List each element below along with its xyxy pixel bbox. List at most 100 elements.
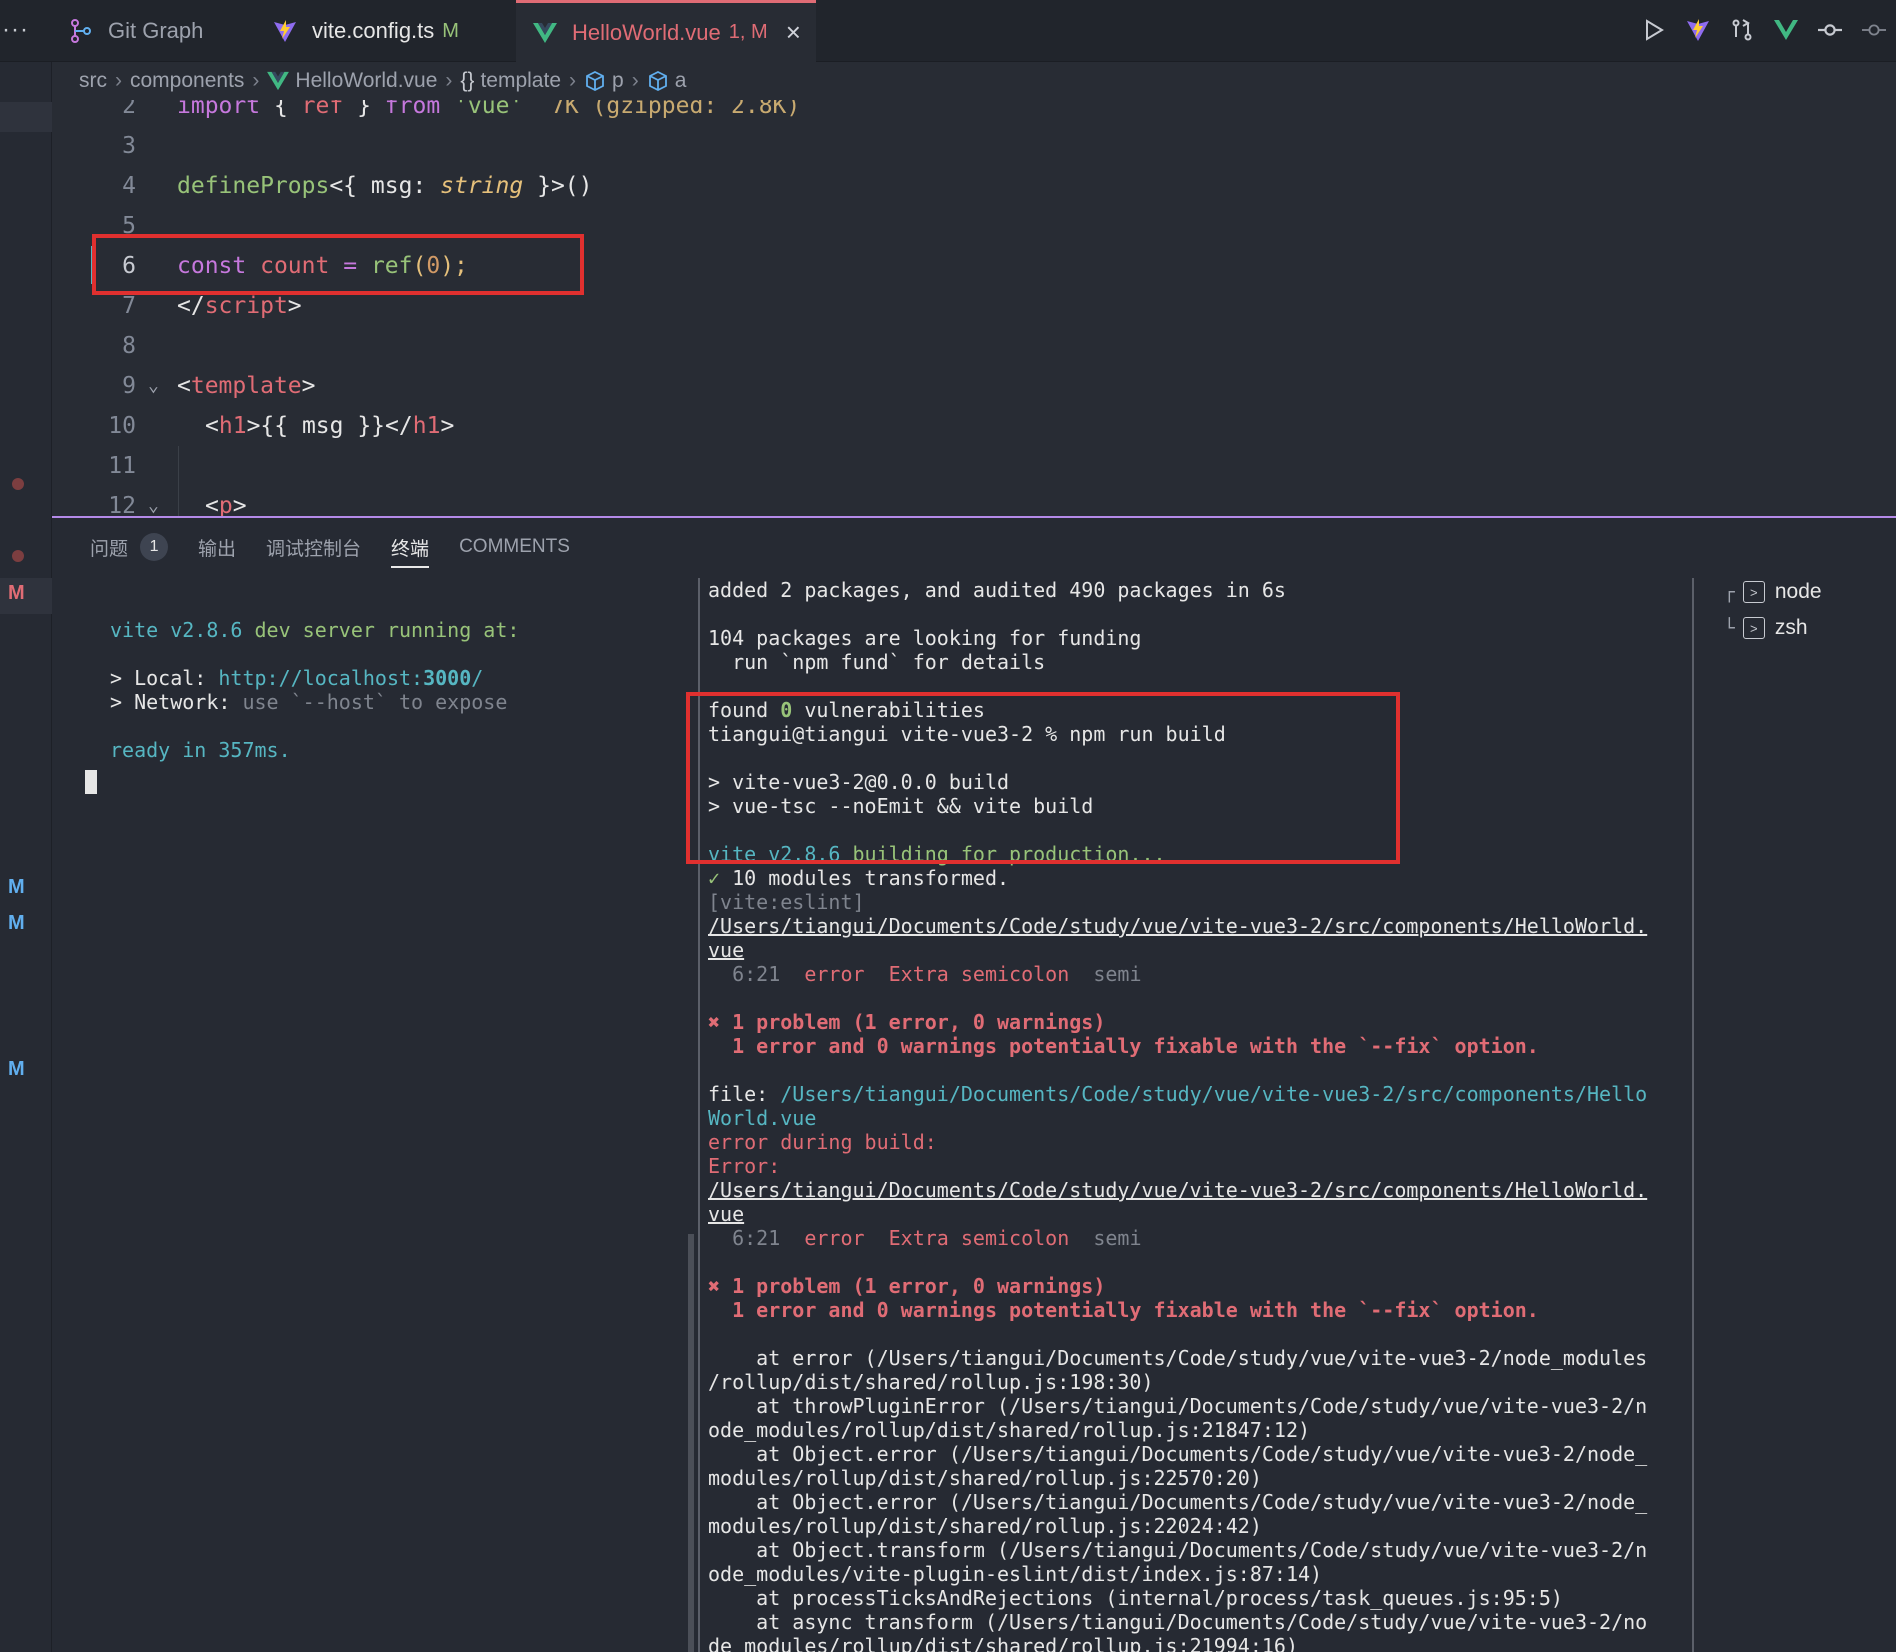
tab-git-graph[interactable]: Git Graph bbox=[52, 0, 252, 62]
terminal-line: vite v2.8.6 dev server running at: bbox=[110, 618, 520, 642]
terminal-line: ready in 357ms. bbox=[110, 738, 291, 762]
editor-tab-bar: ··· Git Graph vite.config.ts M HelloWorl… bbox=[0, 0, 1896, 62]
close-icon[interactable]: × bbox=[786, 17, 801, 48]
terminal-line: /rollup/dist/shared/rollup.js:198:30) bbox=[708, 1370, 1154, 1394]
terminal-line: modules/rollup/dist/shared/rollup.js:225… bbox=[708, 1466, 1262, 1490]
breakpoint-dot bbox=[12, 550, 24, 562]
terminal-list-item-zsh[interactable]: └ > zsh bbox=[1724, 616, 1808, 640]
terminal-line: 6:21 error Extra semicolon semi bbox=[708, 962, 1142, 986]
code-line: 12 ⌄ <p> bbox=[52, 486, 1896, 516]
tab-output[interactable]: 输出 bbox=[198, 518, 236, 576]
terminal-icon: > bbox=[1742, 617, 1765, 639]
tab-comments[interactable]: COMMENTS bbox=[459, 518, 570, 576]
terminal-line: Error: bbox=[708, 1154, 781, 1178]
tab-problems[interactable]: 问题 1 bbox=[90, 518, 169, 576]
breadcrumb-item[interactable]: p bbox=[612, 69, 624, 93]
terminal-name: node bbox=[1774, 580, 1822, 603]
modified-marker: M bbox=[8, 582, 25, 604]
terminal-line: /Users/tiangui/Documents/Code/study/vue/… bbox=[708, 1178, 1648, 1202]
git-commit-icon[interactable] bbox=[1862, 16, 1886, 44]
tab-vite-config[interactable]: vite.config.ts M bbox=[256, 0, 512, 62]
code-editor[interactable]: 2 import { ref } from 'vue' 7K (gzipped:… bbox=[52, 100, 1896, 516]
code-line: 4 defineProps<{ msg: string }>() bbox=[52, 166, 1896, 206]
code-line: 10 <h1>{{ msg }}</h1> bbox=[52, 406, 1896, 446]
code-text: <template> bbox=[177, 373, 316, 399]
vue-devtools-icon[interactable] bbox=[1774, 16, 1798, 44]
vue-icon bbox=[267, 71, 290, 91]
tab-label: 调试控制台 bbox=[266, 538, 362, 560]
terminal-line: 104 packages are looking for funding bbox=[708, 626, 1142, 650]
vue-icon bbox=[532, 20, 558, 46]
terminal-line: 1 error and 0 warnings potentially fixab… bbox=[708, 1298, 1539, 1322]
editor-actions bbox=[1642, 16, 1886, 44]
code-line: 8 bbox=[52, 326, 1896, 366]
terminal-pane-left[interactable]: vite v2.8.6 dev server running at: > Loc… bbox=[52, 576, 692, 1652]
breadcrumb-item[interactable]: template bbox=[480, 69, 561, 93]
terminal-line: ode_modules/rollup/dist/shared/rollup.js… bbox=[708, 1418, 1311, 1442]
activity-item[interactable] bbox=[0, 102, 52, 132]
terminal-line: run `npm fund` for details bbox=[708, 650, 1046, 674]
chevron-right-icon: › bbox=[631, 69, 639, 92]
braces-icon: {} bbox=[460, 69, 475, 92]
line-number: 8 bbox=[122, 333, 136, 359]
terminal-line: at throwPluginError (/Users/tiangui/Docu… bbox=[708, 1394, 1648, 1418]
import-cost-hint: 7K (gzipped: 2.8K) bbox=[551, 100, 801, 119]
breadcrumb-item[interactable]: HelloWorld.vue bbox=[295, 69, 437, 93]
terminal-line: ✖ 1 problem (1 error, 0 warnings) bbox=[708, 1010, 1106, 1034]
line-number: 3 bbox=[122, 133, 136, 159]
terminal-line: 1 error and 0 warnings potentially fixab… bbox=[708, 1034, 1539, 1058]
modified-marker: M bbox=[8, 876, 25, 898]
highlight-box bbox=[686, 692, 1400, 864]
run-icon[interactable] bbox=[1642, 16, 1666, 44]
terminal-line: ode_modules/vite-plugin-eslint/dist/inde… bbox=[708, 1562, 1323, 1586]
breadcrumb-item[interactable]: src bbox=[79, 69, 107, 93]
git-commit-icon[interactable] bbox=[1818, 16, 1842, 44]
vite-icon[interactable] bbox=[1686, 16, 1710, 44]
chevron-right-icon: › bbox=[252, 69, 260, 92]
compare-changes-icon[interactable] bbox=[1730, 16, 1754, 44]
tab-debug-console[interactable]: 调试控制台 bbox=[266, 518, 361, 576]
tab-terminal[interactable]: 终端 bbox=[391, 518, 430, 576]
terminal-line: > Network: use `--host` to expose bbox=[110, 690, 508, 714]
tab-status: 1, M bbox=[728, 21, 768, 43]
panel-tab-bar: 问题 1 输出 调试控制台 终端 COMMENTS bbox=[52, 518, 1896, 576]
terminal-line: > Local: http://localhost:3000/ bbox=[110, 666, 484, 690]
vite-icon bbox=[272, 18, 298, 44]
terminal-cursor bbox=[85, 770, 97, 794]
code-text: import { ref } from 'vue' 7K (gzipped: 2… bbox=[177, 100, 800, 126]
tab-label: 终端 bbox=[391, 538, 430, 560]
tab-label: HelloWorld.vue bbox=[572, 19, 721, 45]
modified-marker: M bbox=[8, 1058, 25, 1080]
code-line: 3 bbox=[52, 126, 1896, 166]
more-actions-icon[interactable]: ··· bbox=[2, 16, 29, 44]
highlight-box bbox=[92, 234, 584, 295]
terminal-line: World.vue bbox=[708, 1106, 817, 1130]
terminal-line: added 2 packages, and audited 490 packag… bbox=[708, 578, 1286, 602]
tab-status: M bbox=[442, 19, 459, 42]
tab-helloworld-vue[interactable]: HelloWorld.vue 1, M × bbox=[516, 0, 816, 62]
terminal-line: ✓ 10 modules transformed. bbox=[708, 866, 1010, 890]
fold-chevron-icon[interactable]: ⌄ bbox=[148, 486, 159, 516]
terminal-line: file: /Users/tiangui/Documents/Code/stud… bbox=[708, 1082, 1648, 1106]
terminal-name: zsh bbox=[1774, 616, 1808, 639]
tab-label: 输出 bbox=[198, 538, 237, 560]
element-cube-icon bbox=[647, 70, 669, 92]
terminal-line: vue bbox=[708, 938, 745, 962]
git-graph-icon bbox=[68, 18, 94, 44]
chevron-right-icon: › bbox=[569, 69, 576, 92]
terminal-line: de_modules/rollup/dist/shared/rollup.js:… bbox=[708, 1634, 1299, 1652]
chevron-right-icon: › bbox=[115, 69, 122, 92]
indent-guide bbox=[178, 446, 179, 516]
breadcrumb-item[interactable]: components bbox=[130, 69, 244, 93]
line-number: 11 bbox=[108, 453, 136, 479]
breadcrumb-item[interactable]: a bbox=[675, 69, 687, 93]
code-text: <h1>{{ msg }}</h1> bbox=[205, 413, 455, 439]
tab-label: Git Graph bbox=[108, 18, 204, 43]
terminal-list-item-node[interactable]: ┌ > node bbox=[1724, 580, 1822, 604]
terminal-line: vue bbox=[708, 1202, 745, 1226]
terminal-line: /Users/tiangui/Documents/Code/study/vue/… bbox=[708, 914, 1648, 938]
activity-bar: M M M M bbox=[0, 62, 52, 1652]
terminal-line: modules/rollup/dist/shared/rollup.js:220… bbox=[708, 1514, 1262, 1538]
fold-chevron-icon[interactable]: ⌄ bbox=[148, 366, 159, 406]
code-line: 2 import { ref } from 'vue' 7K (gzipped:… bbox=[52, 100, 1896, 126]
